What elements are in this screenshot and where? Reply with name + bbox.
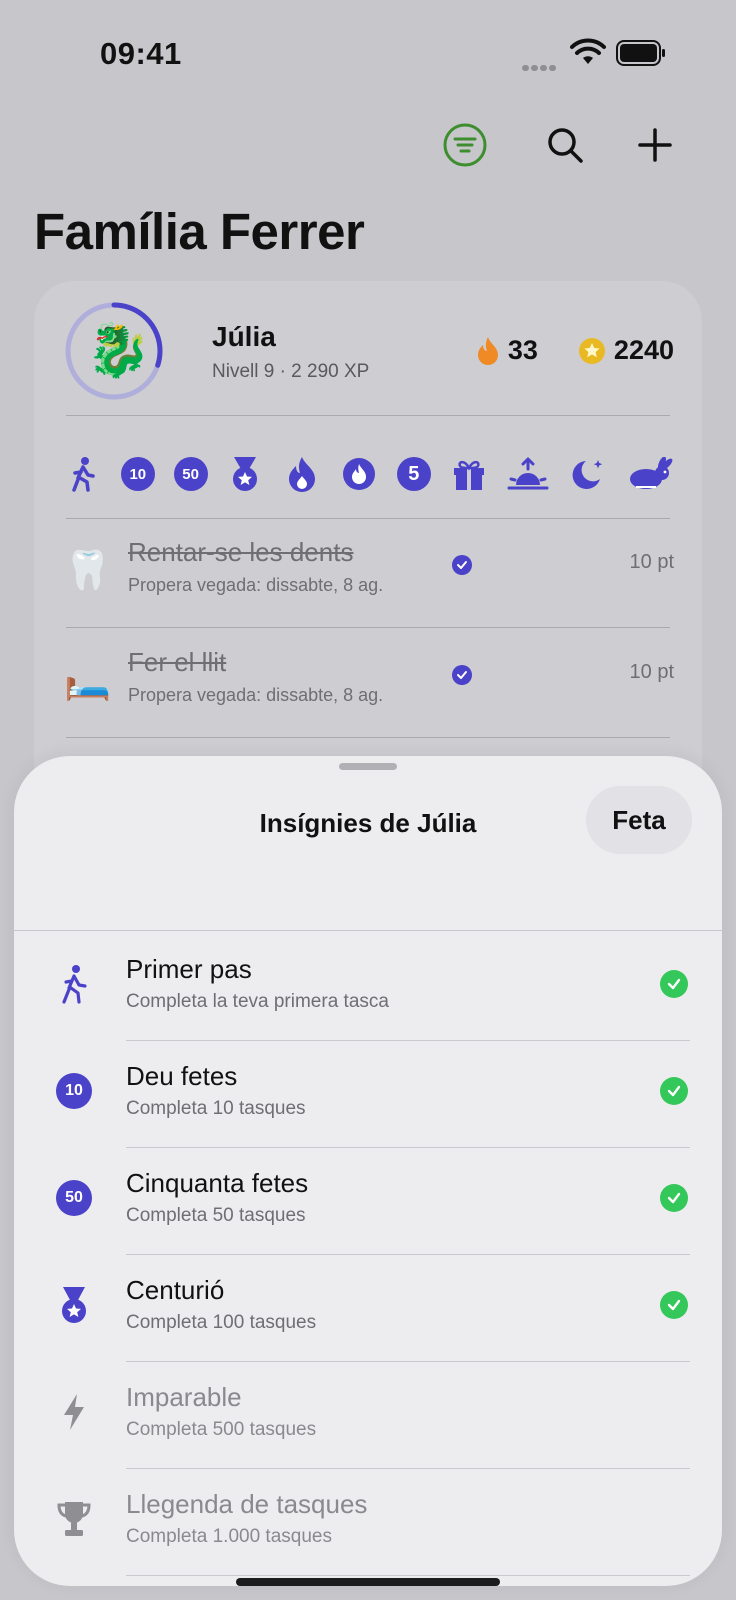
badge-10-icon: 10 bbox=[54, 1071, 94, 1111]
divider bbox=[66, 415, 670, 416]
signal-dots-icon bbox=[522, 58, 560, 71]
task-points: 10 pt bbox=[629, 551, 674, 573]
badge-title: Centurió bbox=[126, 1275, 225, 1305]
badge-subtitle: Completa 50 tasques bbox=[126, 1205, 306, 1226]
plus-icon bbox=[638, 128, 672, 162]
done-check-icon bbox=[452, 555, 472, 575]
toolbar bbox=[430, 110, 690, 180]
points-count: 2240 bbox=[613, 335, 674, 365]
sunrise-badge-icon bbox=[506, 455, 550, 493]
search-button[interactable] bbox=[530, 110, 600, 180]
badges-sheet: Insígnies de Júlia Feta Primer pas Compl… bbox=[14, 756, 722, 1586]
task-emoji: 🦷 bbox=[64, 550, 112, 592]
filter-button[interactable] bbox=[430, 110, 500, 180]
badge-title: Imparable bbox=[126, 1382, 242, 1412]
row-divider bbox=[126, 1575, 690, 1576]
walk-badge-icon bbox=[64, 455, 102, 493]
badge-subtitle: Completa 1.000 tasques bbox=[126, 1526, 332, 1547]
task-subtitle: Propera vegada: dissabte, 8 ag. bbox=[128, 685, 384, 705]
list-item-badge[interactable]: Centurió Completa 100 tasques bbox=[14, 1255, 722, 1362]
status-bar: 09:41 bbox=[0, 0, 736, 100]
list-item-badge[interactable]: Primer pas Completa la teva primera tasc… bbox=[14, 934, 722, 1041]
rabbit-badge-icon bbox=[626, 455, 674, 493]
badge-title: Primer pas bbox=[126, 954, 252, 984]
badge-subtitle: Completa la teva primera tasca bbox=[126, 991, 389, 1012]
earned-check-icon bbox=[660, 1077, 688, 1105]
divider bbox=[66, 737, 670, 738]
earned-check-icon bbox=[660, 970, 688, 998]
earned-check-icon bbox=[660, 1184, 688, 1212]
list-item-badge[interactable]: Imparable Completa 500 tasques bbox=[14, 1362, 722, 1469]
list-item-badge[interactable]: 10 Deu fetes Completa 10 tasques bbox=[14, 1041, 722, 1148]
member-name: Júlia bbox=[212, 321, 276, 352]
walk-icon bbox=[54, 964, 94, 1004]
badge-title: Llegenda de tasques bbox=[126, 1489, 368, 1519]
task-points: 10 pt bbox=[629, 661, 674, 683]
battery-icon bbox=[616, 40, 665, 66]
trophy-icon bbox=[54, 1499, 94, 1539]
list-item-badge[interactable]: 50 Cinquanta fetes Completa 50 tasques bbox=[14, 1148, 722, 1255]
home-indicator[interactable] bbox=[236, 1578, 500, 1586]
divider bbox=[66, 518, 670, 519]
family-title: Família Ferrer bbox=[34, 203, 365, 260]
badge-title: Cinquanta fetes bbox=[126, 1168, 309, 1198]
flame-circle-badge-icon bbox=[340, 455, 378, 493]
profile-header: 🐉 Júlia Nivell 9 · 2 290 XP 33 2240 bbox=[64, 301, 674, 401]
medal-badge-icon bbox=[226, 455, 264, 493]
star-coin-icon bbox=[578, 337, 605, 364]
list-item-badge[interactable]: Llegenda de tasques Completa 1.000 tasqu… bbox=[14, 1469, 722, 1576]
task-title: Rentar-se les dents bbox=[128, 537, 354, 567]
badge-5-icon: 5 bbox=[396, 457, 431, 491]
filter-icon bbox=[443, 123, 487, 167]
moon-stars-badge-icon bbox=[569, 455, 607, 493]
divider bbox=[66, 627, 670, 628]
task-subtitle: Propera vegada: dissabte, 8 ag. bbox=[128, 575, 384, 595]
wifi-icon bbox=[570, 38, 606, 64]
badge-50-icon: 50 bbox=[173, 457, 208, 491]
badge-strip[interactable]: 10 50 5 bbox=[64, 449, 674, 499]
bolt-icon bbox=[54, 1392, 94, 1432]
sheet-divider bbox=[14, 930, 722, 931]
member-stats: 33 2240 bbox=[476, 335, 674, 366]
task-emoji: 🛏️ bbox=[64, 660, 112, 702]
member-level: Nivell 9 · 2 290 XP bbox=[212, 361, 370, 382]
done-button[interactable]: Feta bbox=[586, 786, 692, 854]
sheet-grabber[interactable] bbox=[339, 763, 397, 770]
badge-50-icon: 50 bbox=[54, 1178, 94, 1218]
task-title: Fer el llit bbox=[128, 647, 227, 677]
avatar: 🐉 bbox=[86, 322, 151, 380]
streak-count: 33 bbox=[507, 335, 538, 365]
flame-icon bbox=[477, 336, 498, 365]
task-row[interactable]: 🦷 Rentar-se les dents Propera vegada: di… bbox=[64, 537, 674, 617]
add-button[interactable] bbox=[620, 110, 690, 180]
earned-check-icon bbox=[660, 1291, 688, 1319]
medal-icon bbox=[54, 1285, 94, 1325]
badge-title: Deu fetes bbox=[126, 1061, 238, 1091]
gift-badge-icon bbox=[450, 455, 488, 493]
badge-subtitle: Completa 100 tasques bbox=[126, 1312, 317, 1333]
done-check-icon bbox=[452, 665, 472, 685]
badge-subtitle: Completa 500 tasques bbox=[126, 1419, 317, 1440]
flame-badge-icon bbox=[283, 455, 321, 493]
status-time: 09:41 bbox=[100, 36, 182, 71]
badge-subtitle: Completa 10 tasques bbox=[126, 1098, 306, 1119]
search-icon bbox=[548, 128, 583, 163]
badge-10-icon: 10 bbox=[120, 457, 155, 491]
task-row[interactable]: 🛏️ Fer el llit Propera vegada: dissabte,… bbox=[64, 647, 674, 727]
